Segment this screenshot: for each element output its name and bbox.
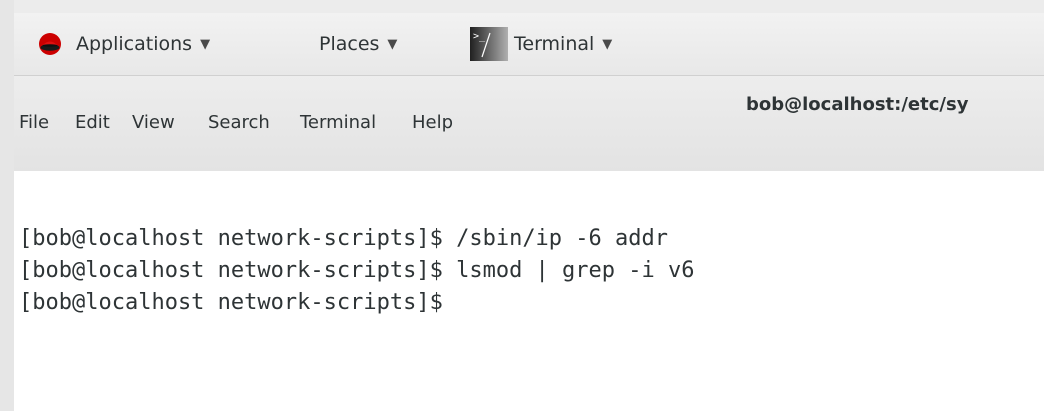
terminal-prompt-line: [bob@localhost network-scripts]$ [19, 290, 443, 315]
menu-view[interactable]: View [132, 112, 175, 133]
chevron-down-icon: ▼ [200, 36, 211, 52]
chevron-down-icon: ▼ [387, 36, 398, 52]
svg-text:>_: >_ [473, 31, 486, 42]
places-menu-label: Places [319, 33, 380, 55]
redhat-shadowman-icon [38, 32, 62, 56]
top-panel: Applications ▼ Places ▼ >_ Terminal ▼ [14, 13, 1044, 76]
places-menu[interactable]: Places ▼ [319, 13, 397, 75]
terminal-app-icon: >_ [466, 25, 512, 63]
terminal-app-menu[interactable]: >_ Terminal ▼ [466, 13, 612, 75]
menu-terminal[interactable]: Terminal [300, 112, 376, 133]
screen-top-edge [0, 0, 1044, 13]
applications-menu-label: Applications [76, 33, 193, 55]
menu-file[interactable]: File [19, 112, 49, 133]
terminal-line: [bob@localhost network-scripts]$ lsmod |… [19, 258, 695, 283]
screen-left-edge [0, 0, 14, 411]
menu-edit[interactable]: Edit [75, 112, 110, 133]
menu-help[interactable]: Help [412, 112, 453, 133]
menu-search[interactable]: Search [208, 112, 270, 133]
terminal-line: [bob@localhost network-scripts]$ /sbin/i… [19, 226, 669, 251]
applications-menu[interactable]: Applications ▼ [38, 13, 210, 75]
window-title: bob@localhost:/etc/sy [746, 94, 969, 115]
screen: Applications ▼ Places ▼ >_ Terminal ▼ bo… [0, 0, 1044, 411]
chevron-down-icon: ▼ [602, 36, 613, 52]
terminal-app-menu-label: Terminal [514, 33, 595, 55]
